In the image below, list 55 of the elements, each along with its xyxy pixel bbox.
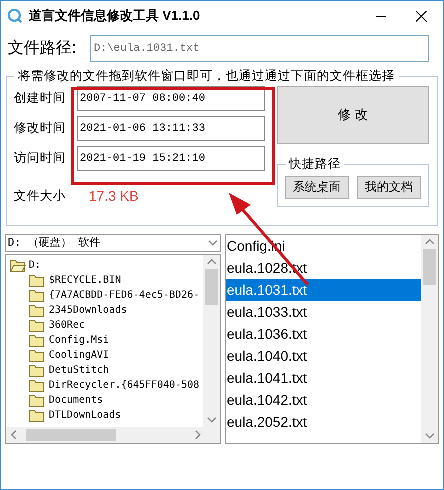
file-item[interactable]: eula.1042.txt xyxy=(226,389,421,411)
tree-item[interactable]: 2345Downloads xyxy=(49,303,128,318)
folder-icon xyxy=(29,289,45,302)
file-item[interactable]: eula.1031.txt xyxy=(226,279,421,301)
drive-dropdown[interactable]: D: （硬盘） 软件 xyxy=(5,234,221,252)
file-item[interactable]: eula.1041.txt xyxy=(226,367,421,389)
time-label: 访问时间 xyxy=(14,150,67,168)
path-label: 文件路径: xyxy=(8,38,78,58)
scrollbar-thumb[interactable] xyxy=(423,249,436,285)
tree-item[interactable]: $RECYCLE.BIN xyxy=(49,273,122,288)
scrollbar-thumb[interactable] xyxy=(205,269,218,305)
tree-item[interactable]: Documents xyxy=(49,393,104,408)
size-value: 17.3 KB xyxy=(89,187,139,206)
time-field[interactable]: 2021-01-19 15:21:10 xyxy=(77,146,265,171)
scroll-right-icon[interactable] xyxy=(194,430,202,440)
folder-icon xyxy=(29,349,45,362)
file-item[interactable]: eula.1040.txt xyxy=(226,345,421,367)
time-field[interactable]: 2007-11-07 08:00:40 xyxy=(77,86,265,111)
time-field[interactable]: 2021-01-06 13:11:33 xyxy=(77,116,265,141)
shortcut-button[interactable]: 我的文档 xyxy=(357,176,421,198)
tree-item[interactable]: CoolingAVI xyxy=(49,348,110,363)
folder-icon xyxy=(29,379,45,392)
file-item[interactable]: eula.1033.txt xyxy=(226,301,421,323)
tree-item[interactable]: Config.Msi xyxy=(49,333,110,348)
folder-icon xyxy=(29,409,45,422)
folder-icon xyxy=(29,304,45,317)
file-item[interactable]: eula.1036.txt xyxy=(226,323,421,345)
folder-icon xyxy=(29,319,45,332)
tree-item[interactable]: DirRecycler.{645FF040-508 xyxy=(49,378,200,393)
scroll-up-icon[interactable] xyxy=(424,238,434,246)
scroll-down-icon[interactable] xyxy=(206,416,216,424)
size-label: 文件大小 xyxy=(14,188,67,206)
time-label: 创建时间 xyxy=(14,90,67,108)
chevron-down-icon[interactable] xyxy=(208,239,218,247)
window-title: 道言文件信息修改工具 V1.1.0 xyxy=(29,7,200,26)
horizontal-scrollbar-thumb[interactable] xyxy=(26,429,116,441)
modify-button[interactable]: 修 改 xyxy=(277,86,429,144)
scroll-up-icon[interactable] xyxy=(206,258,216,266)
folder-icon xyxy=(29,274,45,287)
tree-item[interactable]: D: xyxy=(29,258,42,273)
folder-icon xyxy=(29,334,45,347)
close-icon[interactable] xyxy=(416,10,427,22)
tree-item[interactable]: 360Rec xyxy=(49,318,86,333)
scroll-left-icon[interactable] xyxy=(10,430,18,440)
magnifier-icon xyxy=(7,8,23,24)
time-label: 修改时间 xyxy=(14,120,67,138)
path-field[interactable]: D:\eula.1031.txt xyxy=(90,35,429,62)
file-item[interactable]: eula.2052.txt xyxy=(226,411,421,433)
folder-icon xyxy=(29,394,45,407)
folder-icon xyxy=(29,364,45,377)
tree-item[interactable]: DTLDownLoads xyxy=(49,408,122,423)
shortcut-button[interactable]: 系统桌面 xyxy=(285,176,349,198)
tree-item[interactable]: DetuStitch xyxy=(49,363,110,378)
scroll-down-icon[interactable] xyxy=(424,432,434,440)
tree-item[interactable]: {7A7ACBDD-FED6-4ec5-BD26- xyxy=(49,288,200,303)
